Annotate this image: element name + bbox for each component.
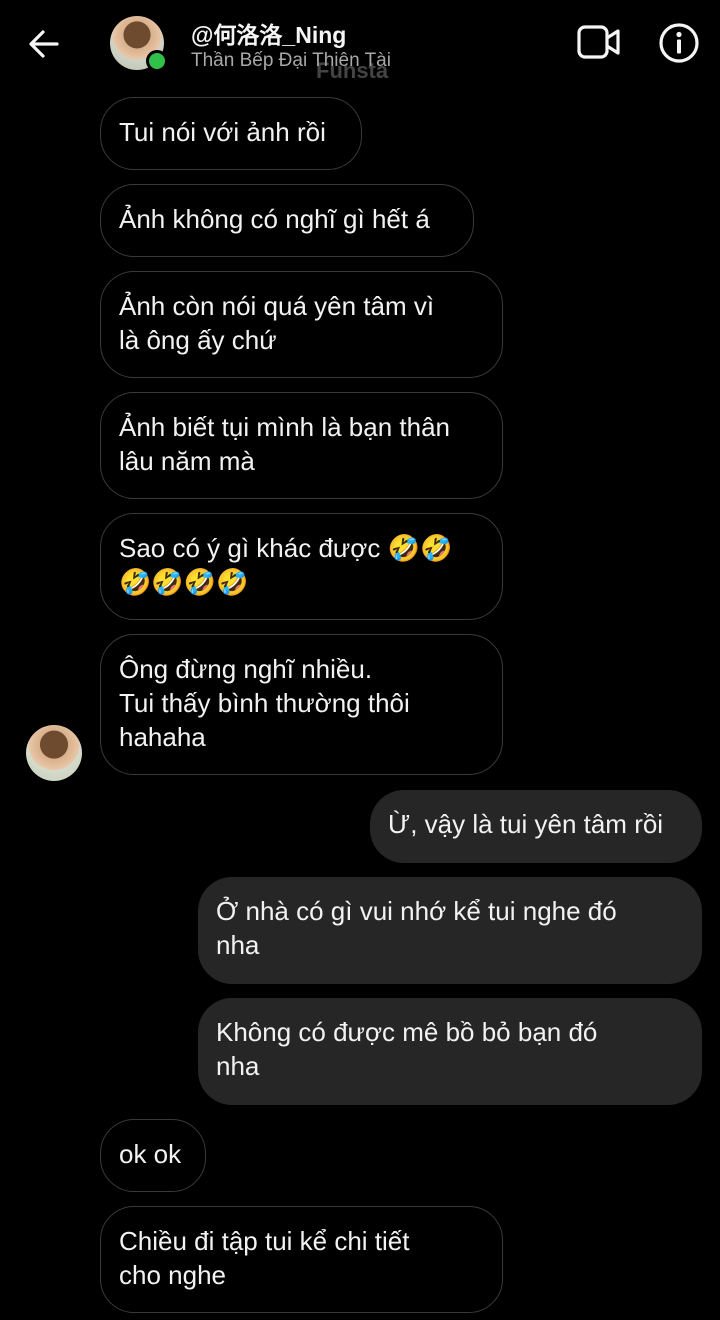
chat-header: @何洛洛_Ning Thần Bếp Đại Thiên Tài Funsta <box>0 0 720 88</box>
sender-avatar[interactable] <box>26 725 82 781</box>
message-bubble-outgoing[interactable]: Ở nhà có gì vui nhớ kể tui nghe đó nha <box>198 877 702 984</box>
message-bubble-incoming[interactable]: Chiều đi tập tui kể chi tiết cho nghe <box>100 1206 503 1313</box>
contact-subtitle: Thần Bếp Đại Thiên Tài <box>191 50 391 71</box>
message-bubble-incoming[interactable]: Ảnh còn nói quá yên tâm vì là ông ấy chứ <box>100 271 503 378</box>
arrow-left-icon <box>29 30 59 58</box>
message-bubble-incoming[interactable]: Ảnh biết tụi mình là bạn thân lâu năm mà <box>100 392 503 499</box>
contact-avatar-button[interactable] <box>110 16 168 72</box>
video-camera-icon <box>577 25 620 59</box>
message-bubble-incoming[interactable]: Sao có ý gì khác được 🤣🤣 🤣🤣🤣🤣 <box>100 513 503 620</box>
message-bubble-outgoing[interactable]: Không có được mê bồ bỏ bạn đó nha <box>198 998 702 1105</box>
info-button[interactable] <box>656 20 702 66</box>
online-status-indicator <box>146 50 168 72</box>
info-icon <box>659 23 699 63</box>
message-bubble-incoming[interactable]: ok ok <box>100 1119 206 1192</box>
contact-name[interactable]: @何洛洛_Ning <box>191 16 346 50</box>
message-bubble-incoming[interactable]: Tui nói với ảnh rồi <box>100 97 362 170</box>
back-button[interactable] <box>22 22 66 66</box>
message-bubble-incoming[interactable]: Ảnh không có nghĩ gì hết á <box>100 184 474 257</box>
message-bubble-outgoing[interactable]: Ừ, vậy là tui yên tâm rồi <box>370 790 702 863</box>
video-call-button[interactable] <box>574 20 624 64</box>
message-bubble-incoming[interactable]: Ông đừng nghĩ nhiều. Tui thấy bình thườn… <box>100 634 503 775</box>
